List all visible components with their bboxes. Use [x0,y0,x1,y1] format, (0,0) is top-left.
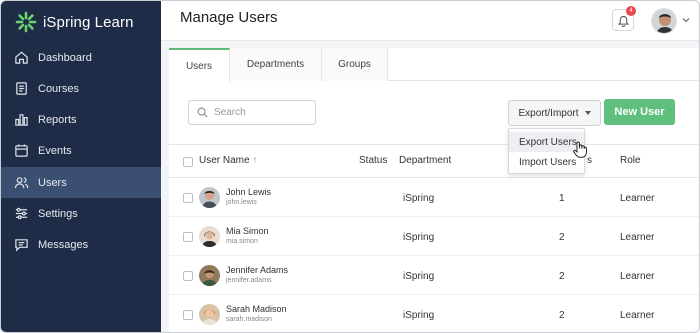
department-cell: iSpring [403,193,435,204]
search-input[interactable] [214,107,309,118]
new-user-button[interactable]: New User [604,99,675,125]
user-login: sarah.madison [226,316,272,323]
page-title: Manage Users [180,9,278,26]
bell-icon [617,15,629,27]
sidebar-item-users[interactable]: Users [1,167,161,198]
table-row[interactable]: Sarah Madison sarah.madison iSpring 2 Le… [169,295,699,332]
home-icon [13,50,29,66]
message-icon [13,237,29,253]
sidebar-item-dashboard[interactable]: Dashboard [1,42,161,73]
column-header-courses[interactable]: s [587,155,592,166]
sidebar-item-settings[interactable]: Settings [1,198,161,229]
role-cell: Learner [620,310,655,321]
department-cell: iSpring [403,310,435,321]
sidebar-item-label: Settings [38,207,78,220]
department-cell: iSpring [403,271,435,282]
app-window: iSpring Learn Dashboard Courses Reports … [0,0,700,333]
role-cell: Learner [620,271,655,282]
avatar [199,265,220,286]
role-cell: Learner [620,193,655,204]
sidebar: iSpring Learn Dashboard Courses Reports … [1,1,161,332]
export-import-button[interactable]: Export/Import [508,100,601,126]
column-header-role[interactable]: Role [620,155,641,166]
column-header-status[interactable]: Status [359,155,387,166]
sidebar-item-label: Users [38,176,67,189]
role-cell: Learner [620,232,655,243]
user-name[interactable]: Mia Simon [226,226,269,236]
user-login: john.lewis [226,199,257,206]
users-icon [13,175,29,191]
brand-name: iSpring Learn [43,13,134,31]
user-login: mia.simon [226,238,258,245]
tab-departments[interactable]: Departments [230,48,322,81]
courses-cell: 2 [559,271,565,282]
search-box[interactable] [188,100,316,125]
user-name[interactable]: John Lewis [226,187,271,197]
avatar [199,187,220,208]
row-checkbox[interactable] [183,310,193,320]
bar-chart-icon [13,112,29,128]
sidebar-item-label: Courses [38,82,79,95]
profile-avatar[interactable] [651,8,677,34]
sidebar-item-label: Dashboard [38,51,92,64]
sliders-icon [13,206,29,222]
calendar-icon [13,143,29,159]
table-row[interactable]: John Lewis john.lewis iSpring 1 Learner [169,178,699,217]
book-icon [13,81,29,97]
tab-groups[interactable]: Groups [322,48,388,81]
users-panel: Users Departments Groups Export/Import N… [169,48,699,332]
department-cell: iSpring [403,232,435,243]
brand-logo[interactable]: iSpring Learn [15,9,134,35]
tab-bar-filler [388,48,699,80]
column-header-department[interactable]: Department [399,155,451,166]
courses-cell: 2 [559,310,565,321]
sidebar-item-label: Messages [38,238,89,251]
sidebar-item-reports[interactable]: Reports [1,104,161,135]
row-checkbox[interactable] [183,193,193,203]
row-checkbox[interactable] [183,271,193,281]
avatar [199,226,220,247]
search-icon [197,107,208,118]
sidebar-item-messages[interactable]: Messages [1,229,161,260]
column-label: User Name [199,155,250,166]
sidebar-item-label: Events [38,144,72,157]
caret-down-icon [584,111,591,115]
table-row[interactable]: Mia Simon mia.simon iSpring 2 Learner [169,217,699,256]
user-name[interactable]: Sarah Madison [226,304,287,314]
sidebar-item-courses[interactable]: Courses [1,73,161,104]
ispring-logo-icon [15,11,37,33]
courses-cell: 2 [559,232,565,243]
export-import-label: Export/Import [518,107,579,119]
select-all-checkbox[interactable] [183,157,193,167]
tab-users[interactable]: Users [169,48,230,82]
table-header: User Name ↑ Status Department s Role [169,144,699,178]
sort-arrow-icon: ↑ [252,155,258,166]
column-header-user-name[interactable]: User Name ↑ [199,155,257,166]
notifications-button[interactable]: 4 [612,6,636,31]
hand-cursor-icon [573,141,587,158]
chevron-down-icon[interactable] [681,15,691,25]
user-login: jennifer.adams [226,277,272,284]
courses-cell: 1 [559,193,565,204]
tab-bar: Users Departments Groups [169,48,699,82]
notification-count-badge: 4 [626,6,636,16]
table-row[interactable]: Jennifer Adams jennifer.adams iSpring 2 … [169,256,699,295]
sidebar-item-events[interactable]: Events [1,135,161,166]
user-name[interactable]: Jennifer Adams [226,265,288,275]
sidebar-item-label: Reports [38,113,77,126]
row-checkbox[interactable] [183,232,193,242]
top-header: Manage Users 4 [161,1,699,41]
avatar [199,304,220,325]
